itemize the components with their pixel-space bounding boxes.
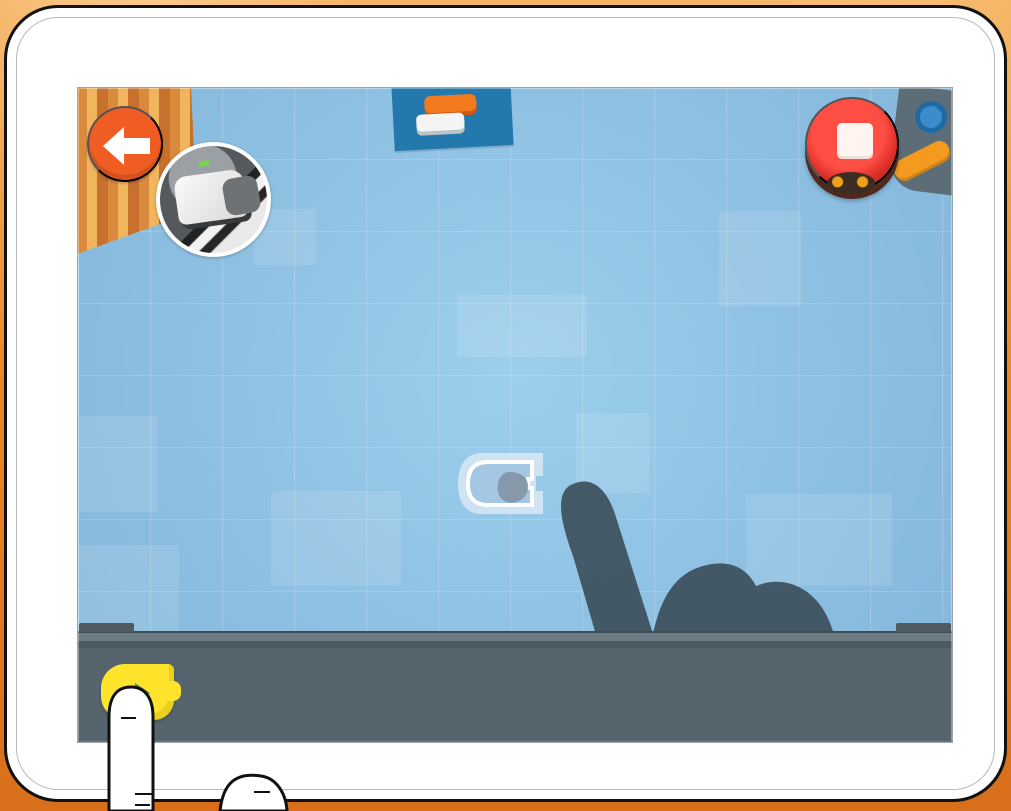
coding-workspace-screen[interactable] [77, 87, 953, 743]
stop-control-area [802, 88, 952, 213]
left-arrow-icon [101, 125, 152, 167]
start-block-connector [168, 681, 181, 701]
draggable-code-block[interactable] [458, 448, 554, 522]
workspace-grid-square [746, 494, 892, 586]
back-button[interactable] [87, 106, 163, 182]
gear-icon [915, 101, 947, 133]
program-track[interactable] [78, 623, 952, 742]
workspace-grid-square [719, 211, 801, 306]
robot-head [221, 174, 262, 217]
tablet-frame [4, 5, 1007, 802]
stacked-blocks-icon-lower [415, 112, 465, 132]
robot-avatar[interactable] [156, 142, 271, 257]
app-background [0, 0, 1011, 811]
block-palette-tab[interactable] [391, 88, 514, 152]
robot-status-light [197, 159, 211, 168]
start-block[interactable] [101, 664, 181, 720]
program-track-right-end [896, 623, 951, 632]
robot-photo-icon [160, 146, 267, 253]
program-track-left-end [79, 623, 134, 632]
stacked-blocks-icon [423, 93, 477, 114]
play-triangle-icon [135, 683, 150, 703]
workspace-grid-square [576, 413, 650, 493]
workspace-grid-square [457, 295, 587, 357]
stop-button-base [827, 172, 875, 194]
workspace-grid-square [271, 491, 401, 586]
workspace-grid-square [79, 416, 157, 512]
stop-square-icon [837, 123, 873, 159]
